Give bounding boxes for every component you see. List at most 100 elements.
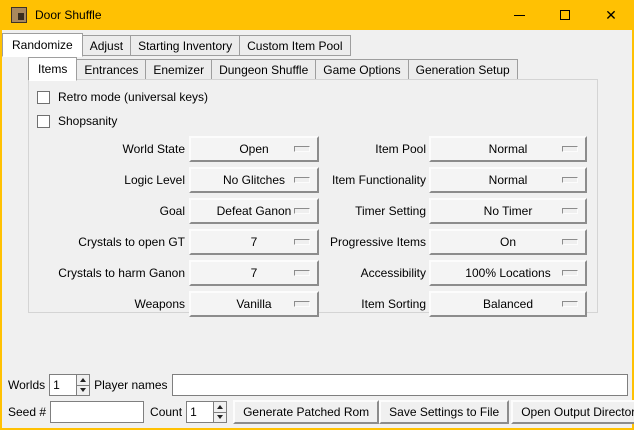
dropdown-indicator-icon [562,239,578,245]
save-settings-button[interactable]: Save Settings to File [379,400,509,424]
worlds-spin-arrows [76,375,89,395]
goal-label: Goal [29,204,189,218]
tab-entrances[interactable]: Entrances [77,59,146,80]
items-tab-pane: Retro mode (universal keys) Shopsanity W… [28,79,598,313]
generate-patched-rom-button[interactable]: Generate Patched Rom [233,400,379,424]
tab-randomize[interactable]: Randomize [2,33,83,57]
spin-up-arrow-icon [80,378,86,382]
tab-items[interactable]: Items [28,57,77,81]
worlds-input[interactable] [50,375,76,395]
app-window: Door Shuffle ✕ Randomize Adjust Starting… [0,0,634,430]
count-spin-arrows [213,402,226,422]
option-row: Weapons Vanilla Item Sorting Balanced [29,291,597,317]
option-row: World State Open Item Pool Normal [29,136,597,162]
worlds-row: Worlds Player names [8,374,628,396]
dropdown-indicator-icon [294,270,310,276]
title-bar[interactable]: Door Shuffle ✕ [0,0,634,30]
dropdown-indicator-icon [294,301,310,307]
option-row: Goal Defeat Ganon Timer Setting No Timer [29,198,597,224]
secondary-tab-bar: Items Entrances Enemizer Dungeon Shuffle… [28,56,518,80]
seed-label: Seed # [8,405,46,419]
weapons-label: Weapons [29,297,189,311]
timer-setting-dropdown[interactable]: No Timer [429,198,587,224]
retro-mode-label: Retro mode (universal keys) [58,90,208,104]
option-row: Logic Level No Glitches Item Functionali… [29,167,597,193]
door-app-icon [11,7,27,23]
item-pool-label: Item Pool [319,142,429,156]
shopsanity-checkbox[interactable] [37,115,50,128]
minimize-button[interactable] [496,0,542,30]
worlds-spin-down[interactable] [77,386,89,396]
close-icon: ✕ [605,8,617,22]
weapons-dropdown[interactable]: Vanilla [189,291,319,317]
logic-level-label: Logic Level [29,173,189,187]
shopsanity-checkbox-row: Shopsanity [29,110,597,132]
dropdown-indicator-icon [294,177,310,183]
timer-setting-label: Timer Setting [319,204,429,218]
window-title: Door Shuffle [35,8,102,22]
minimize-icon [514,15,525,16]
worlds-spinbox[interactable] [49,374,90,396]
dropdown-indicator-icon [294,146,310,152]
primary-tab-bar: Randomize Adjust Starting Inventory Cust… [2,32,351,56]
option-row: Crystals to open GT 7 Progressive Items … [29,229,597,255]
maximize-icon [560,10,570,20]
item-functionality-label: Item Functionality [319,173,429,187]
tab-starting-inventory[interactable]: Starting Inventory [131,35,240,56]
open-output-directory-button[interactable]: Open Output Directory [511,400,634,424]
dropdown-indicator-icon [562,208,578,214]
dropdown-indicator-icon [294,239,310,245]
dropdown-indicator-icon [562,146,578,152]
seed-input[interactable] [50,401,144,423]
spin-down-arrow-icon [80,388,86,392]
retro-mode-checkbox[interactable] [37,91,50,104]
tab-adjust[interactable]: Adjust [83,35,131,56]
count-label: Count [150,405,182,419]
crystals-harm-ganon-label: Crystals to harm Ganon [29,266,189,280]
options-grid: World State Open Item Pool Normal Logic … [29,136,597,317]
tab-generation-setup[interactable]: Generation Setup [409,59,518,80]
tab-enemizer[interactable]: Enemizer [146,59,212,80]
item-functionality-dropdown[interactable]: Normal [429,167,587,193]
count-input[interactable] [187,402,213,422]
door-keyhole-icon [18,13,24,20]
accessibility-dropdown[interactable]: 100% Locations [429,260,587,286]
crystals-harm-ganon-dropdown[interactable]: 7 [189,260,319,286]
seed-row: Seed # Count Generate Patched Rom Save S… [8,400,628,424]
client-area: Randomize Adjust Starting Inventory Cust… [2,30,632,428]
dropdown-indicator-icon [294,208,310,214]
retro-mode-checkbox-row: Retro mode (universal keys) [29,86,597,108]
dropdown-indicator-icon [562,270,578,276]
worlds-spin-up[interactable] [77,375,89,386]
crystals-open-gt-label: Crystals to open GT [29,235,189,249]
player-names-label: Player names [94,378,167,392]
spin-up-arrow-icon [217,405,223,409]
maximize-button[interactable] [542,0,588,30]
tab-game-options[interactable]: Game Options [316,59,408,80]
count-spin-up[interactable] [214,402,226,413]
spin-down-arrow-icon [217,415,223,419]
item-sorting-dropdown[interactable]: Balanced [429,291,587,317]
accessibility-label: Accessibility [319,266,429,280]
window-controls: ✕ [496,0,634,30]
item-pool-dropdown[interactable]: Normal [429,136,587,162]
shopsanity-label: Shopsanity [58,114,117,128]
item-sorting-label: Item Sorting [319,297,429,311]
world-state-label: World State [29,142,189,156]
dropdown-indicator-icon [562,301,578,307]
count-spinbox[interactable] [186,401,227,423]
progressive-items-label: Progressive Items [319,235,429,249]
goal-dropdown[interactable]: Defeat Ganon [189,198,319,224]
crystals-open-gt-dropdown[interactable]: 7 [189,229,319,255]
count-spin-down[interactable] [214,413,226,423]
player-names-input[interactable] [172,374,629,396]
tab-custom-item-pool[interactable]: Custom Item Pool [240,35,350,56]
tab-dungeon-shuffle[interactable]: Dungeon Shuffle [212,59,316,80]
close-button[interactable]: ✕ [588,0,634,30]
worlds-label: Worlds [8,378,45,392]
logic-level-dropdown[interactable]: No Glitches [189,167,319,193]
progressive-items-dropdown[interactable]: On [429,229,587,255]
world-state-dropdown[interactable]: Open [189,136,319,162]
dropdown-indicator-icon [562,177,578,183]
option-row: Crystals to harm Ganon 7 Accessibility 1… [29,260,597,286]
